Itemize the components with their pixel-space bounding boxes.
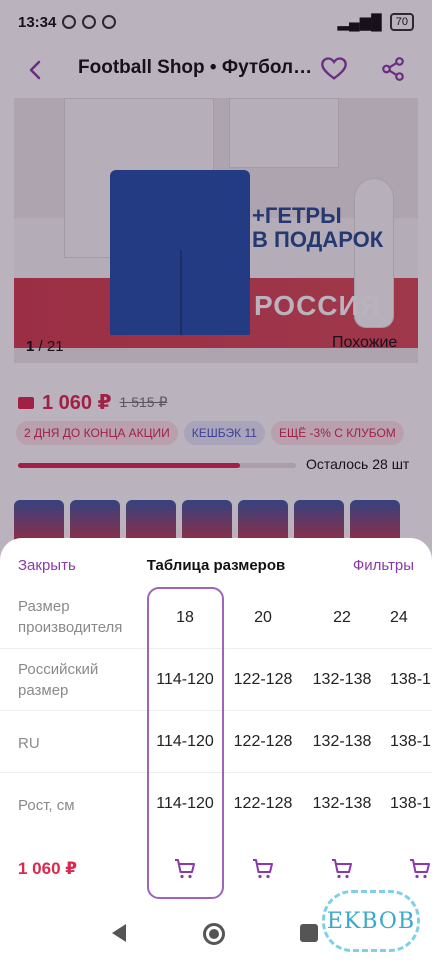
- nav-recents-icon[interactable]: [300, 924, 318, 942]
- size-cell[interactable]: 122-128: [224, 733, 302, 751]
- size-cell[interactable]: 122-128: [224, 795, 302, 813]
- size-cell[interactable]: 20: [224, 609, 302, 627]
- row-label: RU: [18, 735, 40, 752]
- selected-size-column: [147, 587, 224, 899]
- size-cell[interactable]: 24: [381, 609, 432, 627]
- sheet-header: Закрыть Таблица размеров Фильтры: [0, 538, 432, 594]
- cart-icon[interactable]: [408, 857, 432, 881]
- size-cell[interactable]: 122-128: [224, 671, 302, 689]
- row-label: Российский размер: [18, 661, 99, 699]
- size-cell[interactable]: 132-138: [303, 795, 381, 813]
- row-label: Рост, см: [18, 797, 75, 814]
- size-cell[interactable]: 132-138: [303, 671, 381, 689]
- nav-home-icon[interactable]: [203, 923, 225, 945]
- cart-icon[interactable]: [251, 857, 275, 881]
- nav-back-icon[interactable]: [112, 924, 126, 942]
- size-cell[interactable]: 138-1: [381, 795, 432, 813]
- size-cell[interactable]: 138-1: [381, 733, 432, 751]
- watermark-logo: EKBOB: [322, 890, 420, 952]
- size-cell[interactable]: 22: [303, 609, 381, 627]
- size-cell[interactable]: 132-138: [303, 733, 381, 751]
- filters-button[interactable]: Фильтры: [353, 557, 414, 574]
- size-cell[interactable]: 138-1: [381, 671, 432, 689]
- row-label: Размер производителя: [18, 598, 123, 636]
- watermark-text: EKBOB: [326, 908, 416, 934]
- cart-icon[interactable]: [330, 857, 354, 881]
- cart-price: 1 060 ₽: [18, 859, 78, 878]
